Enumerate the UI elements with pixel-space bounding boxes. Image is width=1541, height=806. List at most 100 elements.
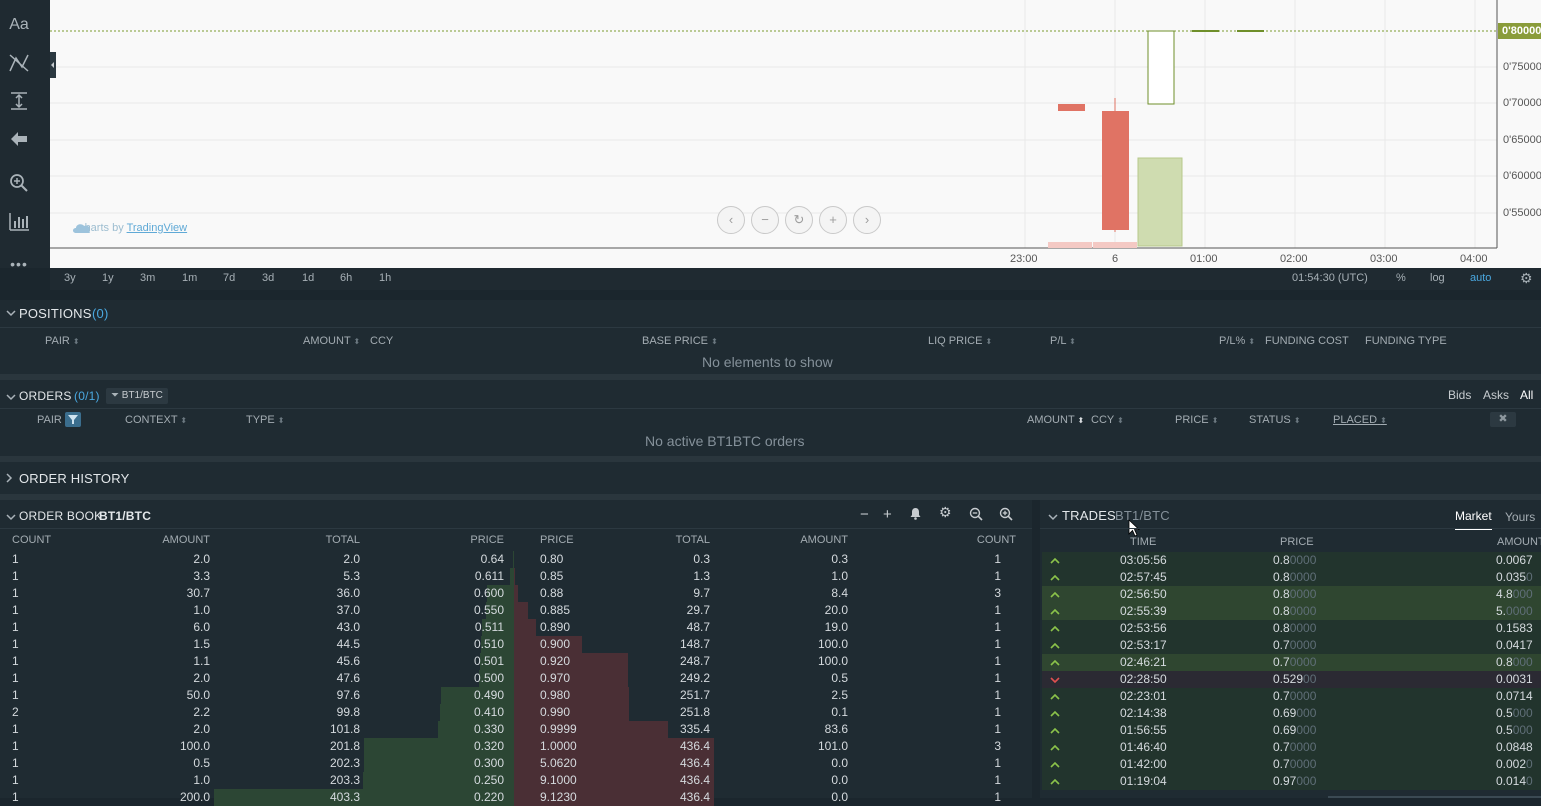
order-book-row[interactable]: 1 1.1 45.6 0.501 0.920 248.7 100.0 1 [0,653,1032,670]
order-book-row[interactable]: 1 30.7 36.0 0.600 0.88 9.7 8.4 3 [0,585,1032,602]
order-history-panel[interactable]: ORDER HISTORY [0,462,1541,494]
back-arrow-icon[interactable] [0,128,38,155]
zoom-in-icon[interactable] [999,507,1013,524]
text-tool-icon[interactable]: Aa [0,16,38,34]
trade-row[interactable]: 02:14:38 0.69000 0.5000 [1042,705,1541,722]
pair-filter-tag[interactable]: ⏷ BT1/BTC [106,388,168,404]
order-book-row[interactable]: 1 1.0 37.0 0.550 0.885 29.7 20.0 1 [0,602,1032,619]
measure-tool-icon[interactable] [0,90,38,117]
tradingview-watermark[interactable]: charts by TradingView [72,222,187,234]
col-pl-percent[interactable]: P/L% ⬍ [1219,335,1255,347]
order-book-row[interactable]: 1 1.5 44.5 0.510 0.900 148.7 100.0 1 [0,636,1032,653]
scroll-left-button[interactable]: ‹ [717,206,745,234]
col-context[interactable]: CONTEXT ⬍ [125,414,187,426]
order-book-row[interactable]: 1 1.0 203.3 0.250 9.1000 436.4 0.0 1 [0,772,1032,789]
auto-scale-toggle[interactable]: auto [1470,272,1491,284]
chevron-down-icon[interactable] [6,392,16,404]
order-book-row[interactable]: 1 2.0 47.6 0.500 0.970 249.2 0.5 1 [0,670,1032,687]
trade-row[interactable]: 01:56:55 0.69000 0.5000 [1042,722,1541,739]
zoom-out-button[interactable]: − [751,206,779,234]
order-book-row[interactable]: 1 2.0 101.8 0.330 0.9999 335.4 83.6 1 [0,721,1032,738]
trade-time: 02:14:38 [1120,706,1167,720]
order-book-title[interactable]: ORDER BOOK [19,509,102,523]
orders-title[interactable]: ORDERS [19,389,72,403]
chevron-down-icon[interactable] [6,512,16,524]
chevron-down-icon[interactable] [6,308,16,320]
trade-row[interactable]: 02:28:50 0.52900 0.0031 [1042,671,1541,688]
tradingview-link[interactable]: TradingView [127,222,188,234]
positions-title[interactable]: POSITIONS [19,306,92,321]
zoom-in-icon[interactable] [0,172,38,199]
chevron-right-icon[interactable] [5,473,13,486]
more-icon[interactable]: ••• [0,256,38,272]
gear-icon[interactable]: ⚙ [939,504,952,521]
pattern-tool-icon[interactable] [0,52,38,79]
trade-row[interactable]: 02:53:56 0.80000 0.1583 [1042,620,1541,637]
trade-row[interactable]: 02:53:17 0.70000 0.0417 [1042,637,1541,654]
order-book-row[interactable]: 1 0.5 202.3 0.300 5.0620 436.4 0.0 1 [0,755,1032,772]
col-funding-type: FUNDING TYPE [1365,335,1447,347]
price-axis-label: 0'75000 [1503,61,1541,73]
tab-yours[interactable]: Yours [1505,510,1535,524]
decrease-precision-button[interactable]: − [860,506,869,523]
bid-price: 0.330 [473,722,504,736]
range-7d[interactable]: 7d [223,272,235,284]
col-type[interactable]: TYPE ⬍ [246,414,285,426]
zoom-out-icon[interactable] [969,507,983,524]
trades-title[interactable]: TRADES [1062,508,1116,523]
tab-market[interactable]: Market [1455,509,1492,530]
order-book-row[interactable]: 1 6.0 43.0 0.511 0.890 48.7 19.0 1 [0,619,1032,636]
col-ccy[interactable]: CCY ⬍ [1091,414,1124,426]
trade-row[interactable]: 02:55:39 0.80000 5.0000 [1042,603,1541,620]
col-base-price[interactable]: BASE PRICE ⬍ [642,335,718,347]
range-3y[interactable]: 3y [64,272,76,284]
tab-bids[interactable]: Bids [1448,388,1471,402]
col-amount[interactable]: AMOUNT ⬍ [1027,414,1084,426]
range-3d[interactable]: 3d [262,272,274,284]
order-book-row[interactable]: 1 50.0 97.6 0.490 0.980 251.7 2.5 1 [0,687,1032,704]
percent-scale-toggle[interactable]: % [1396,272,1406,284]
chevron-down-icon [1050,673,1060,687]
order-book-row[interactable]: 1 100.0 201.8 0.320 1.0000 436.4 101.0 3 [0,738,1032,755]
trade-row[interactable]: 02:57:45 0.80000 0.0350 [1042,569,1541,586]
indicator-icon[interactable] [0,211,38,238]
order-book-row[interactable]: 1 3.3 5.3 0.611 0.85 1.3 1.0 1 [0,568,1032,585]
trade-row[interactable]: 01:42:00 0.70000 0.0020 [1042,756,1541,773]
order-book-row[interactable]: 2 2.2 99.8 0.410 0.990 251.8 0.1 1 [0,704,1032,721]
range-6h[interactable]: 6h [340,272,352,284]
zoom-in-button[interactable]: + [819,206,847,234]
order-history-title[interactable]: ORDER HISTORY [19,471,129,486]
col-pair[interactable]: PAIR ⬍ [45,335,80,347]
tab-all[interactable]: All [1520,388,1533,402]
range-1h[interactable]: 1h [379,272,391,284]
col-price[interactable]: PRICE ⬍ [1175,414,1218,426]
col-liq-price[interactable]: LIQ PRICE ⬍ [928,335,992,347]
col-status[interactable]: STATUS ⬍ [1249,414,1301,426]
cancel-all-orders-button[interactable]: ✖ [1490,412,1516,427]
price-chart[interactable]: 0'80000 0'75000 0'70000 0'65000 0'60000 … [50,0,1541,268]
trade-row[interactable]: 03:05:56 0.80000 0.0067 [1042,552,1541,569]
reset-chart-button[interactable]: ↻ [785,206,813,234]
trade-row[interactable]: 01:19:04 0.97000 0.0140 [1042,773,1541,790]
pair-filter-icon[interactable] [65,412,81,427]
bid-amount: 1.0 [193,773,210,787]
log-scale-toggle[interactable]: log [1430,272,1445,284]
chevron-down-icon[interactable] [1048,512,1058,524]
trade-row[interactable]: 02:23:01 0.70000 0.0714 [1042,688,1541,705]
col-amount[interactable]: AMOUNT ⬍ [303,335,360,347]
range-1y[interactable]: 1y [102,272,114,284]
trade-row[interactable]: 01:46:40 0.70000 0.0848 [1042,739,1541,756]
range-1d[interactable]: 1d [302,272,314,284]
trade-row[interactable]: 02:46:21 0.70000 0.8000 [1042,654,1541,671]
scroll-right-button[interactable]: › [853,206,881,234]
order-book-row[interactable]: 1 2.0 2.0 0.64 0.80 0.3 0.3 1 [0,551,1032,568]
range-3m[interactable]: 3m [140,272,155,284]
bell-icon[interactable] [909,507,922,523]
col-placed[interactable]: PLACED ⬍ [1333,414,1387,426]
chart-settings-icon[interactable]: ⚙ [1520,270,1533,287]
increase-precision-button[interactable]: + [883,506,892,523]
range-1m[interactable]: 1m [182,272,197,284]
trade-row[interactable]: 02:56:50 0.80000 4.8000 [1042,586,1541,603]
tab-asks[interactable]: Asks [1483,388,1509,402]
col-pl[interactable]: P/L ⬍ [1050,335,1076,347]
